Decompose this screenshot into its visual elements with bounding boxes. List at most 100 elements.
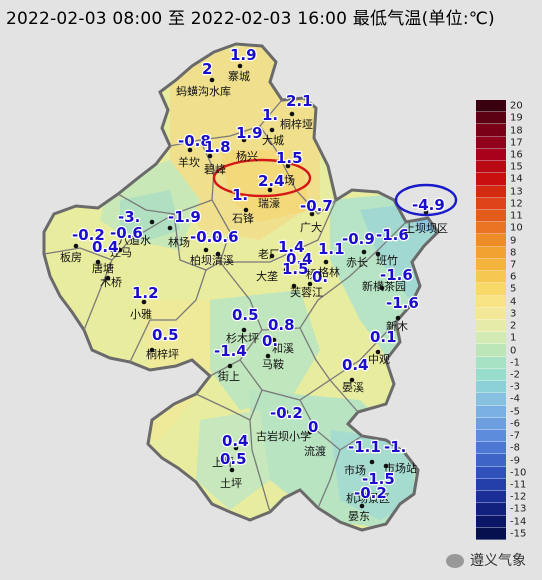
legend-label: 7 xyxy=(510,259,517,271)
station-name: 晏溪 xyxy=(342,381,364,394)
legend-swatch xyxy=(476,197,506,210)
station-value: -0.7 xyxy=(300,197,333,215)
station-value: 0.1 xyxy=(370,328,397,346)
legend-swatch xyxy=(476,515,506,528)
legend-swatch xyxy=(476,100,506,113)
station-value: 0.5 xyxy=(152,326,179,344)
legend-label: -8 xyxy=(510,442,520,454)
legend-label: -15 xyxy=(510,528,527,540)
station-name: 中观 xyxy=(368,353,390,366)
station-value: 0.6 xyxy=(212,228,239,246)
legend-label: 15 xyxy=(510,161,523,173)
legend-label: -4 xyxy=(510,393,520,405)
station-name: 流渡 xyxy=(304,444,326,458)
legend-swatch xyxy=(476,283,506,296)
legend-label: -1 xyxy=(510,357,520,369)
legend-label: 13 xyxy=(510,186,523,198)
watermark-text: 遵义气象 xyxy=(470,553,526,569)
station-value: 0.5 xyxy=(232,306,259,324)
station-name: 木桥 xyxy=(100,276,122,289)
station-name: 板房 xyxy=(60,250,82,264)
legend-swatch xyxy=(476,161,506,174)
legend-label: 9 xyxy=(510,235,517,247)
station-value: 1. xyxy=(232,186,248,204)
station-name: 上坝坝区 xyxy=(404,221,448,235)
station-value: 1.2 xyxy=(132,284,159,302)
station-dot xyxy=(369,459,375,465)
station-value: 2.4 xyxy=(258,172,285,190)
station-value: -1.6 xyxy=(380,266,413,284)
legend-swatch xyxy=(476,234,506,247)
legend-swatch xyxy=(476,332,506,345)
station-name: 瑞濠 xyxy=(258,196,280,210)
legend-swatch xyxy=(476,442,506,455)
legend-swatch xyxy=(476,491,506,504)
station-name: 大垄 xyxy=(256,269,278,283)
station-dot xyxy=(229,467,235,473)
legend-label: 16 xyxy=(510,149,523,161)
legend-label: 17 xyxy=(510,137,523,149)
station-dot xyxy=(209,77,215,83)
station-name: 小雅 xyxy=(130,307,152,321)
station-name: 芙蓉江 xyxy=(290,285,323,299)
station-name: 林场 xyxy=(168,235,190,249)
station-name: 大城 xyxy=(262,133,284,147)
legend-swatch xyxy=(476,430,506,443)
station-dot xyxy=(289,111,295,117)
legend-label: -13 xyxy=(510,503,527,515)
station-name: 街上 xyxy=(218,369,240,383)
station-dot xyxy=(227,363,233,369)
station-value: 1.5 xyxy=(276,149,303,167)
temperature-fill xyxy=(44,44,438,530)
temperature-map: 寨城1.9蚂蟥沟水库2桐梓垭2.1大城1.羊坎-0.8碧峰1.8杨兴1.9场1.… xyxy=(42,42,458,532)
legend-swatch xyxy=(476,258,506,272)
legend-swatch xyxy=(476,136,506,149)
legend-label: -7 xyxy=(510,430,520,442)
station-value: 2 xyxy=(202,60,212,78)
station-name: 寨城 xyxy=(228,69,250,83)
station-value: -1.9 xyxy=(168,208,201,226)
legend-label: 6 xyxy=(510,271,517,283)
legend-swatch xyxy=(476,478,506,492)
legend-swatch xyxy=(476,148,506,162)
station-marker: 木桥 xyxy=(100,275,122,289)
legend-swatch xyxy=(476,112,506,125)
station-name: 广大 xyxy=(300,220,322,234)
legend-label: -11 xyxy=(510,479,527,491)
legend-label: 5 xyxy=(510,283,517,295)
legend-swatch xyxy=(476,405,506,418)
station-value: -1.6 xyxy=(386,294,419,312)
station-name: 唐塘 xyxy=(92,261,114,275)
legend-swatch xyxy=(476,454,506,467)
legend-label: 2 xyxy=(510,320,517,332)
station-name: 桐梓垭 xyxy=(280,117,313,131)
station-dot xyxy=(203,247,209,253)
legend-swatch xyxy=(476,210,506,223)
legend-swatch xyxy=(476,417,506,430)
legend-label: 20 xyxy=(510,100,523,112)
station-value: -0.2 xyxy=(270,404,303,422)
station-value: 1.1 xyxy=(318,240,345,258)
legend-label: -14 xyxy=(510,516,527,528)
color-legend: 20 19 18 17 16 15 14 13 12 11 10 9 8 7 6 5 4 3 2 1 0 -1 -2 -3 -4… xyxy=(476,100,526,540)
legend-swatch xyxy=(476,368,506,382)
station-name: 格林 xyxy=(318,265,340,279)
legend-swatch xyxy=(476,271,506,284)
station-name: 土坪 xyxy=(220,477,242,490)
station-dot xyxy=(359,503,365,509)
legend-label: -3 xyxy=(510,381,520,393)
legend-label: -2 xyxy=(510,369,520,381)
legend-label: 0 xyxy=(510,345,517,357)
station-name: 石锋 xyxy=(232,212,254,225)
station-name: 马鞍 xyxy=(262,357,284,371)
legend-label: 4 xyxy=(510,296,517,308)
watermark: 遵义气象 xyxy=(446,550,526,570)
legend-label: 11 xyxy=(510,210,523,222)
legend-swatch xyxy=(476,185,506,198)
station-value: -1. xyxy=(384,438,406,456)
legend-swatch xyxy=(476,320,506,333)
station-value: 1. xyxy=(262,106,278,124)
legend-label: -5 xyxy=(510,406,520,418)
station-name: 清溪 xyxy=(212,254,234,267)
station-name: 桐梓坪 xyxy=(146,347,179,361)
